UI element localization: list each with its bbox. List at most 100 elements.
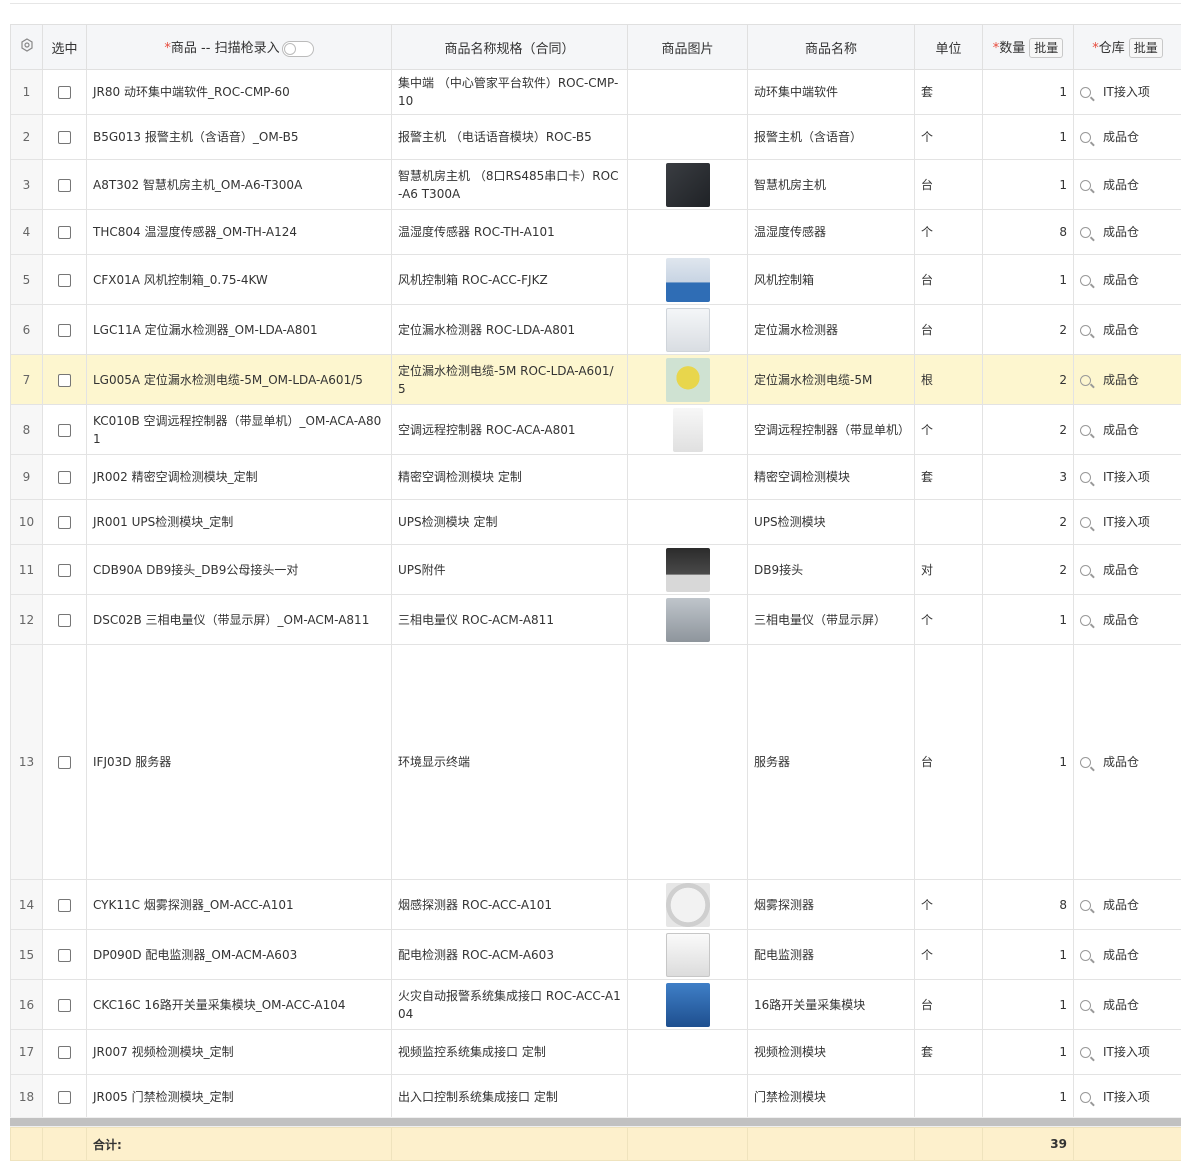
name-cell[interactable]: 定位漏水检测电缆-5M	[747, 354, 915, 405]
qty-cell[interactable]: 2	[982, 354, 1074, 405]
spec-cell[interactable]: 三相电量仪 ROC-ACM-A811	[391, 594, 628, 645]
row-checkbox[interactable]	[58, 516, 71, 529]
select-cell[interactable]	[42, 304, 87, 355]
select-cell[interactable]	[42, 594, 87, 645]
table-row[interactable]: 9 JR002 精密空调检测模块_定制 精密空调检测模块 定制 精密空调检测模块套 3 I…	[10, 454, 1181, 500]
qty-cell[interactable]: 1	[982, 644, 1074, 880]
row-checkbox[interactable]	[58, 613, 71, 627]
name-cell[interactable]: 定位漏水检测器	[747, 304, 915, 355]
horizontal-scrollbar[interactable]	[10, 1117, 1181, 1127]
name-cell[interactable]: 智慧机房主机	[747, 159, 915, 210]
search-icon[interactable]	[1080, 87, 1091, 98]
table-row[interactable]: 6 LGC11A 定位漏水检测器_OM-LDA-A801 定位漏水检测器 ROC-L…	[10, 304, 1181, 355]
qty-cell[interactable]: 1	[982, 69, 1074, 115]
table-row[interactable]: 1 JR80 动环集中端软件_ROC-CMP-60 集中端 （中心管家平台软件）RO…	[10, 69, 1181, 115]
spec-cell[interactable]: 空调远程控制器 ROC-ACA-A801	[391, 404, 628, 455]
product-cell[interactable]: CYK11C 烟雾探测器_OM-ACC-A101	[86, 879, 392, 930]
scrollbar-thumb[interactable]	[10, 1118, 1181, 1126]
table-row[interactable]: 17 JR007 视频检测模块_定制 视频监控系统集成接口 定制 视频检测模块套 1 IT…	[10, 1029, 1181, 1075]
qty-cell[interactable]: 1	[982, 114, 1074, 160]
search-icon[interactable]	[1080, 999, 1091, 1011]
search-icon[interactable]	[1080, 517, 1091, 528]
warehouse-cell[interactable]: IT接入项	[1073, 499, 1181, 545]
warehouse-cell[interactable]: IT接入项	[1073, 454, 1181, 500]
select-cell[interactable]	[42, 209, 87, 255]
qty-cell[interactable]: 2	[982, 304, 1074, 355]
select-cell[interactable]	[42, 69, 87, 115]
table-row[interactable]: 7 LG005A 定位漏水检测电缆-5M_OM-LDA-A601/5 定位漏水检测电…	[10, 354, 1181, 405]
qty-cell[interactable]: 2	[982, 499, 1074, 545]
product-cell[interactable]: JR80 动环集中端软件_ROC-CMP-60	[86, 69, 392, 115]
qty-cell[interactable]: 1	[982, 254, 1074, 305]
warehouse-cell[interactable]: 成品仓	[1073, 879, 1181, 930]
search-icon[interactable]	[1080, 1092, 1091, 1103]
search-icon[interactable]	[1080, 757, 1091, 768]
row-checkbox[interactable]	[58, 948, 71, 962]
table-row[interactable]: 12 DSC02B 三相电量仪（带显示屏）_OM-ACM-A811 三相电量仪 RO…	[10, 594, 1181, 645]
select-cell[interactable]	[42, 544, 87, 595]
product-cell[interactable]: DP090D 配电监测器_OM-ACM-A603	[86, 929, 392, 980]
select-cell[interactable]	[42, 254, 87, 305]
qty-cell[interactable]: 1	[982, 1074, 1074, 1120]
table-row[interactable]: 18 JR005 门禁检测模块_定制 出入口控制系统集成接口 定制 门禁检测模块 1 IT…	[10, 1074, 1181, 1120]
spec-cell[interactable]: UPS检测模块 定制	[391, 499, 628, 545]
search-icon[interactable]	[1080, 1047, 1091, 1058]
row-checkbox[interactable]	[58, 563, 71, 577]
spec-cell[interactable]: 定位漏水检测电缆-5M ROC-LDA-A601/5	[391, 354, 628, 405]
spec-cell[interactable]: 视频监控系统集成接口 定制	[391, 1029, 628, 1075]
spec-cell[interactable]: 环境显示终端	[391, 644, 628, 880]
warehouse-cell[interactable]: 成品仓	[1073, 644, 1181, 880]
name-cell[interactable]: 三相电量仪（带显示屏）	[747, 594, 915, 645]
qty-cell[interactable]: 8	[982, 209, 1074, 255]
name-cell[interactable]: 16路开关量采集模块	[747, 979, 915, 1030]
select-cell[interactable]	[42, 979, 87, 1030]
warehouse-cell[interactable]: 成品仓	[1073, 929, 1181, 980]
select-cell[interactable]	[42, 879, 87, 930]
search-icon[interactable]	[1080, 949, 1091, 961]
spec-cell[interactable]: 火灾自动报警系统集成接口 ROC-ACC-A104	[391, 979, 628, 1030]
table-row[interactable]: 2 B5G013 报警主机（含语音）_OM-B5 报警主机 （电话语音模块）ROC-…	[10, 114, 1181, 160]
search-icon[interactable]	[1080, 324, 1091, 336]
search-icon[interactable]	[1080, 179, 1091, 191]
warehouse-cell[interactable]: 成品仓	[1073, 254, 1181, 305]
product-cell[interactable]: THC804 温湿度传感器_OM-TH-A124	[86, 209, 392, 255]
product-cell[interactable]: CDB90A DB9接头_DB9公母接头一对	[86, 544, 392, 595]
qty-cell[interactable]: 2	[982, 544, 1074, 595]
warehouse-batch-button[interactable]: 批量	[1128, 37, 1163, 58]
table-row[interactable]: 8 KC010B 空调远程控制器（带显单机）_OM-ACA-A801 空调远程控制器…	[10, 404, 1181, 455]
product-cell[interactable]: A8T302 智慧机房主机_OM-A6-T300A	[86, 159, 392, 210]
product-cell[interactable]: CKC16C 16路开关量采集模块_OM-ACC-A104	[86, 979, 392, 1030]
search-icon[interactable]	[1080, 472, 1091, 483]
table-row[interactable]: 5 CFX01A 风机控制箱_0.75-4KW 风机控制箱 ROC-ACC-FJKZ…	[10, 254, 1181, 305]
qty-cell[interactable]: 1	[982, 594, 1074, 645]
qty-cell[interactable]: 1	[982, 979, 1074, 1030]
name-cell[interactable]: 精密空调检测模块	[747, 454, 915, 500]
product-cell[interactable]: DSC02B 三相电量仪（带显示屏）_OM-ACM-A811	[86, 594, 392, 645]
warehouse-cell[interactable]: 成品仓	[1073, 354, 1181, 405]
name-cell[interactable]: 服务器	[747, 644, 915, 880]
select-cell[interactable]	[42, 404, 87, 455]
search-icon[interactable]	[1080, 132, 1091, 143]
name-cell[interactable]: 报警主机（含语音）	[747, 114, 915, 160]
qty-cell[interactable]: 3	[982, 454, 1074, 500]
row-checkbox[interactable]	[58, 1046, 71, 1059]
table-row[interactable]: 4 THC804 温湿度传感器_OM-TH-A124 温湿度传感器 ROC-TH-A…	[10, 209, 1181, 255]
name-cell[interactable]: 门禁检测模块	[747, 1074, 915, 1120]
spec-cell[interactable]: UPS附件	[391, 544, 628, 595]
select-cell[interactable]	[42, 1074, 87, 1120]
name-cell[interactable]: 视频检测模块	[747, 1029, 915, 1075]
spec-cell[interactable]: 出入口控制系统集成接口 定制	[391, 1074, 628, 1120]
search-icon[interactable]	[1080, 424, 1091, 436]
name-cell[interactable]: 动环集中端软件	[747, 69, 915, 115]
warehouse-cell[interactable]: IT接入项	[1073, 69, 1181, 115]
warehouse-cell[interactable]: 成品仓	[1073, 209, 1181, 255]
warehouse-cell[interactable]: 成品仓	[1073, 304, 1181, 355]
row-checkbox[interactable]	[58, 756, 71, 769]
table-row[interactable]: 13 IFJ03D 服务器 环境显示终端 服务器台 1 成品仓	[10, 644, 1181, 880]
row-checkbox[interactable]	[58, 898, 71, 912]
row-checkbox[interactable]	[58, 998, 71, 1012]
product-cell[interactable]: JR001 UPS检测模块_定制	[86, 499, 392, 545]
table-row[interactable]: 11 CDB90A DB9接头_DB9公母接头一对 UPS附件 DB9接头对 2 成品仓	[10, 544, 1181, 595]
spec-cell[interactable]: 配电检测器 ROC-ACM-A603	[391, 929, 628, 980]
row-checkbox[interactable]	[58, 423, 71, 437]
